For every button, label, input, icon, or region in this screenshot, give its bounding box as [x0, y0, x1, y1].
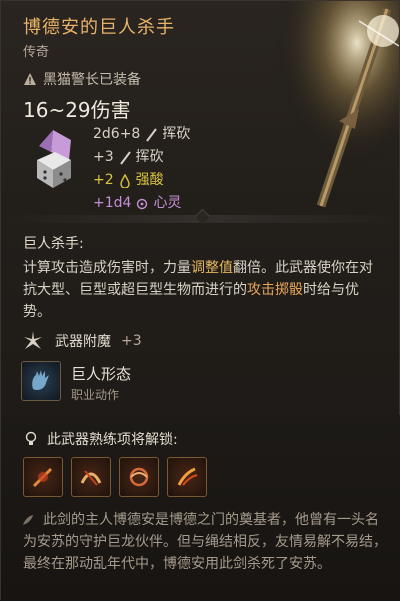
proficiency-icons — [23, 457, 207, 497]
flame-slash-icon[interactable] — [167, 457, 207, 497]
sword-strike-icon[interactable] — [23, 457, 63, 497]
damage-value: 2d6+8 — [93, 126, 141, 142]
damage-line: +1d4 心灵 — [93, 192, 190, 215]
quill-icon — [23, 515, 33, 525]
proficiency-unlock-label: 此武器熟练项将解锁: — [23, 429, 178, 449]
ability-keyword[interactable]: 攻击掷骰 — [247, 282, 303, 298]
damage-list: 2d6+8 挥砍 +3 挥砍 +2 强酸 +1d4 心灵 — [93, 123, 190, 215]
damage-line: 2d6+8 挥砍 — [93, 123, 190, 146]
ability-keyword[interactable]: 调整值 — [191, 260, 233, 276]
damage-value: +2 — [93, 172, 114, 188]
item-tooltip: 博德安的巨人杀手 传奇 黑猫警长已装备 16~29伤害 2d6+8 挥砍 +3 … — [0, 0, 400, 601]
giant-hand-icon[interactable] — [21, 361, 61, 401]
item-title: 博德安的巨人杀手 — [23, 17, 175, 38]
slash-icon — [146, 127, 158, 142]
damage-value: +1d4 — [93, 195, 132, 211]
item-lore: 此剑的主人博德安是博德之门的奠基者，他曾有一头名为安苏的守护巨龙伙伴。但与绳结相… — [23, 509, 389, 575]
damage-value: +3 — [93, 149, 114, 165]
whirl-icon[interactable] — [119, 457, 159, 497]
equipped-status: 黑猫警长已装备 — [23, 69, 141, 89]
damage-range: 16~29伤害 — [23, 98, 131, 122]
ability-desc-part: 计算攻击造成伤害时，力量 — [23, 260, 191, 276]
dice-icon — [37, 130, 71, 188]
item-rarity: 传奇 — [23, 45, 50, 60]
ability-title: 巨人杀手: — [23, 236, 84, 252]
action-text: 巨人形态 职业动作 — [71, 361, 131, 403]
warning-icon — [24, 73, 36, 85]
unlock-text: 此武器熟练项将解锁: — [47, 432, 178, 448]
ability-block: 巨人杀手: 计算攻击造成伤害时，力量调整值翻倍。此武器使你在对抗大型、巨型或超巨… — [23, 233, 383, 323]
action-type: 职业动作 — [71, 388, 120, 402]
damage-type: 挥砍 — [135, 149, 164, 165]
weapon-enchantment: 武器附魔 +3 — [21, 329, 142, 353]
lore-text: 此剑的主人博德安是博德之门的奠基者，他曾有一头名为安苏的守护巨龙伙伴。但与绳结相… — [23, 512, 387, 572]
sword-artwork — [259, 1, 399, 211]
action-name: 巨人形态 — [71, 365, 132, 383]
granted-action[interactable]: 巨人形态 职业动作 — [21, 361, 131, 403]
slash-arc-icon[interactable] — [71, 457, 111, 497]
ability-description: 计算攻击造成伤害时，力量调整值翻倍。此武器使你在对抗大型、巨型或超巨型生物而进行… — [23, 257, 383, 323]
psychic-icon — [137, 198, 148, 209]
damage-type: 强酸 — [135, 172, 164, 188]
damage-line: +3 挥砍 — [93, 146, 190, 169]
enchant-bonus: +3 — [121, 333, 142, 349]
enchant-icon — [24, 331, 42, 349]
acid-icon — [119, 173, 130, 188]
enchant-label: 武器附魔 — [55, 334, 111, 350]
damage-line: +2 强酸 — [93, 169, 190, 192]
damage-type: 挥砍 — [162, 126, 191, 142]
lightbulb-icon — [25, 431, 37, 445]
damage-type: 心灵 — [153, 195, 182, 211]
equipped-label: 黑猫警长已装备 — [43, 72, 141, 88]
slash-icon — [119, 150, 131, 165]
